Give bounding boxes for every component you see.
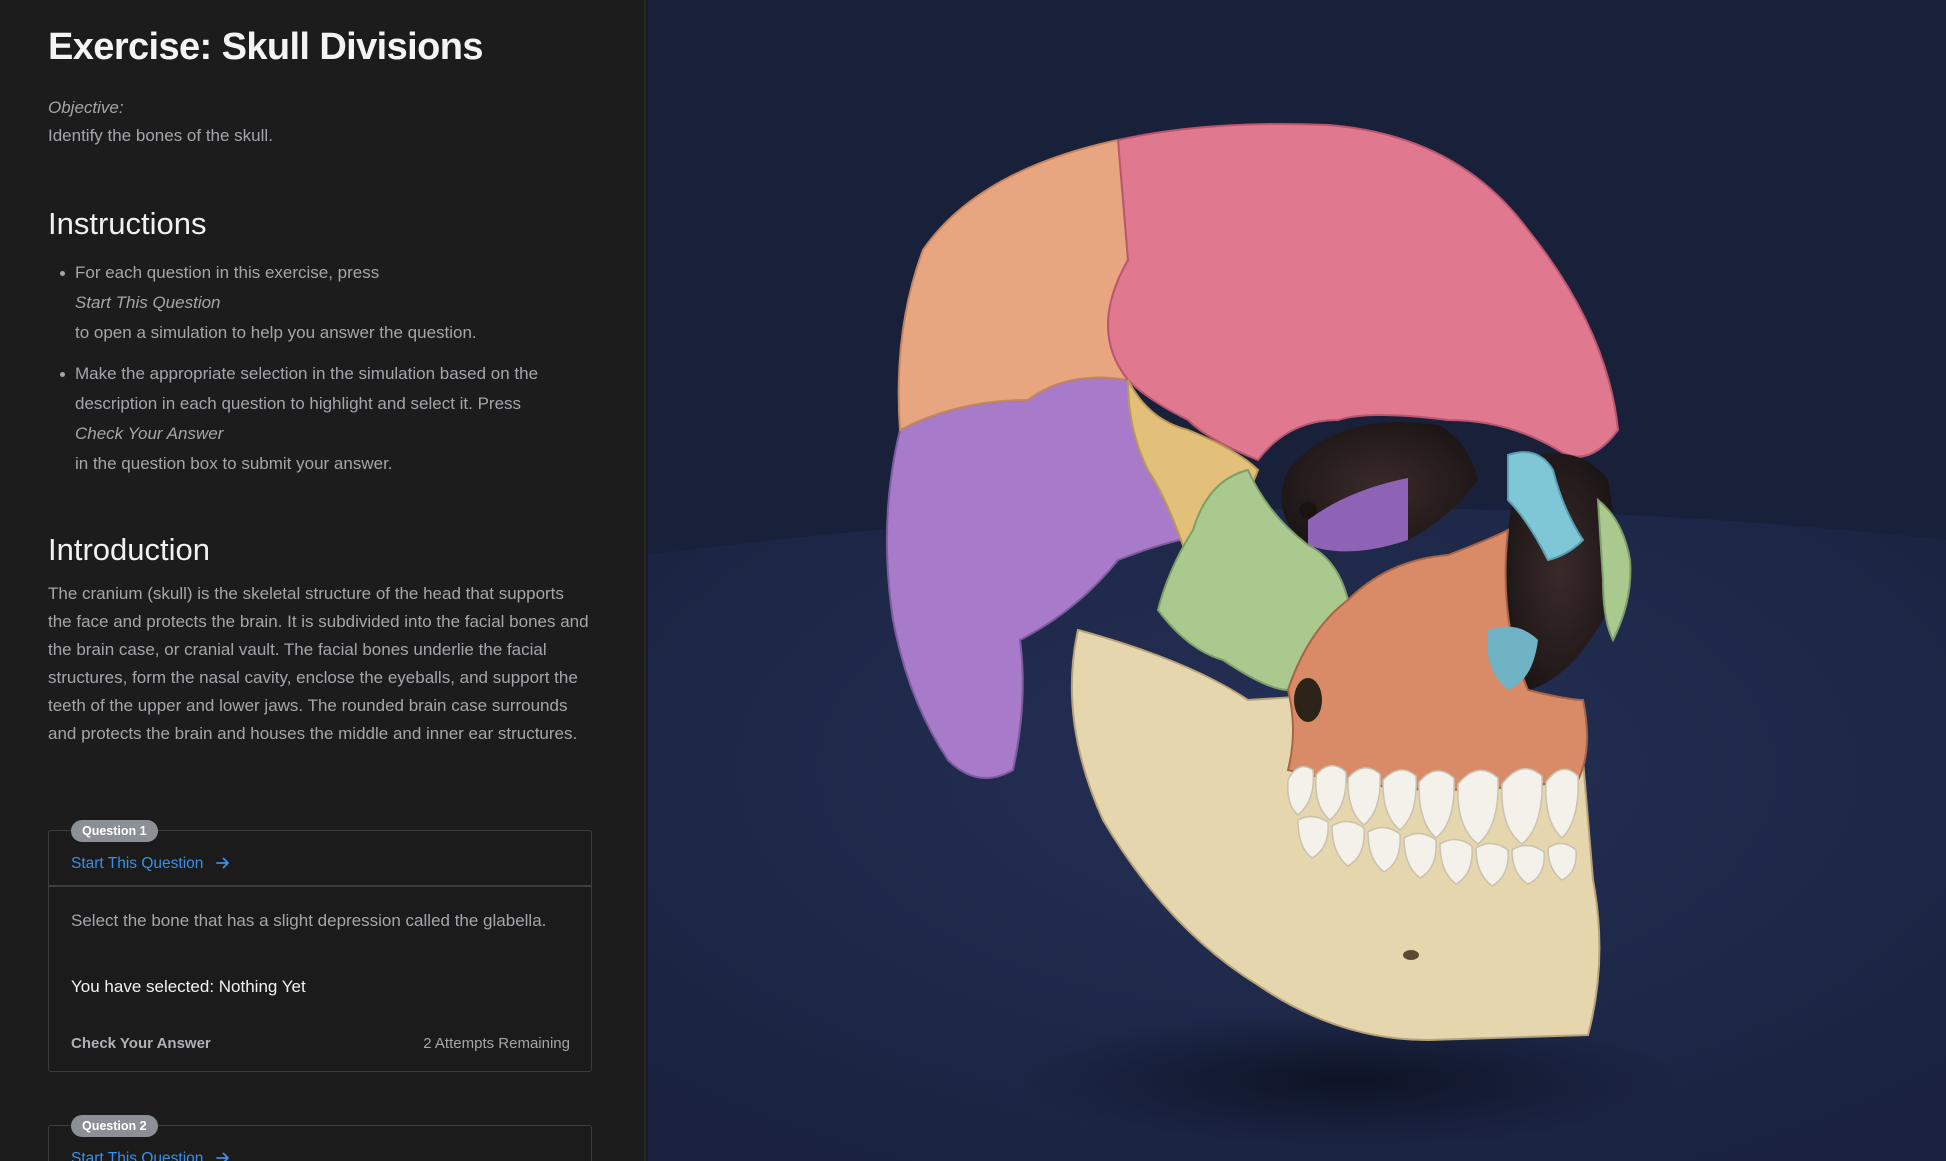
objective-text: Identify the bones of the skull. xyxy=(48,126,273,145)
instruction-item: Make the appropriate selection in the si… xyxy=(48,359,592,480)
bullet-dot xyxy=(60,271,65,276)
start-question-button[interactable]: Start This Question xyxy=(71,855,230,875)
question-badge: Question 1 xyxy=(71,820,158,842)
start-question-label: Start This Question xyxy=(71,855,204,872)
question-prompt: Select the bone that has a slight depres… xyxy=(71,911,547,930)
mental-foramen xyxy=(1403,950,1419,960)
question-badge: Question 2 xyxy=(71,1115,158,1137)
start-question-label: Start This Question xyxy=(71,1150,204,1161)
introduction-heading: Introduction xyxy=(48,532,210,567)
skull-model[interactable] xyxy=(648,0,1946,1161)
instruction-text: Make the appropriate selection in the si… xyxy=(75,363,539,413)
question-card: Question 2 Start This Question xyxy=(48,1115,592,1161)
instruction-text: to open a simulation to help you answer … xyxy=(75,323,477,343)
arrow-right-icon xyxy=(215,1151,230,1161)
check-answer-button[interactable]: Check Your Answer xyxy=(71,1035,211,1052)
attempts-remaining: 2 Attempts Remaining xyxy=(423,1035,570,1052)
exercise-app: Exercise: Skull Divisions Objective: Ide… xyxy=(0,0,1946,1161)
instruction-text: For each question in this exercise, pres… xyxy=(75,263,380,282)
skull-3d-viewer[interactable] xyxy=(648,0,1946,1161)
selection-status: You have selected: Nothing Yet xyxy=(71,977,306,996)
frontal-bone xyxy=(1107,123,1620,462)
bullet-dot xyxy=(60,371,65,377)
arrow-right-icon xyxy=(215,856,230,875)
instruction-emphasis: Start This Question xyxy=(75,293,221,313)
instruction-item: For each question in this exercise, pres… xyxy=(48,258,592,349)
instructions-heading: Instructions xyxy=(48,206,207,241)
exercise-panel[interactable]: Exercise: Skull Divisions Objective: Ide… xyxy=(0,0,646,1161)
instruction-text: in the question box to submit your answe… xyxy=(75,454,393,474)
start-question-button[interactable]: Start This Question xyxy=(71,1150,230,1161)
introduction-text: The cranium (skull) is the skeletal stru… xyxy=(48,584,589,743)
optic-canal xyxy=(1299,502,1317,518)
instructions-list: For each question in this exercise, pres… xyxy=(48,258,592,489)
page-title: Exercise: Skull Divisions xyxy=(48,26,483,68)
objective-label: Objective: xyxy=(48,98,124,117)
zygomatic-foramen xyxy=(1294,678,1322,722)
instruction-emphasis: Check Your Answer xyxy=(75,424,224,444)
question-card: Question 1 Start This Question Select th… xyxy=(48,820,592,1072)
question-divider xyxy=(49,885,591,887)
